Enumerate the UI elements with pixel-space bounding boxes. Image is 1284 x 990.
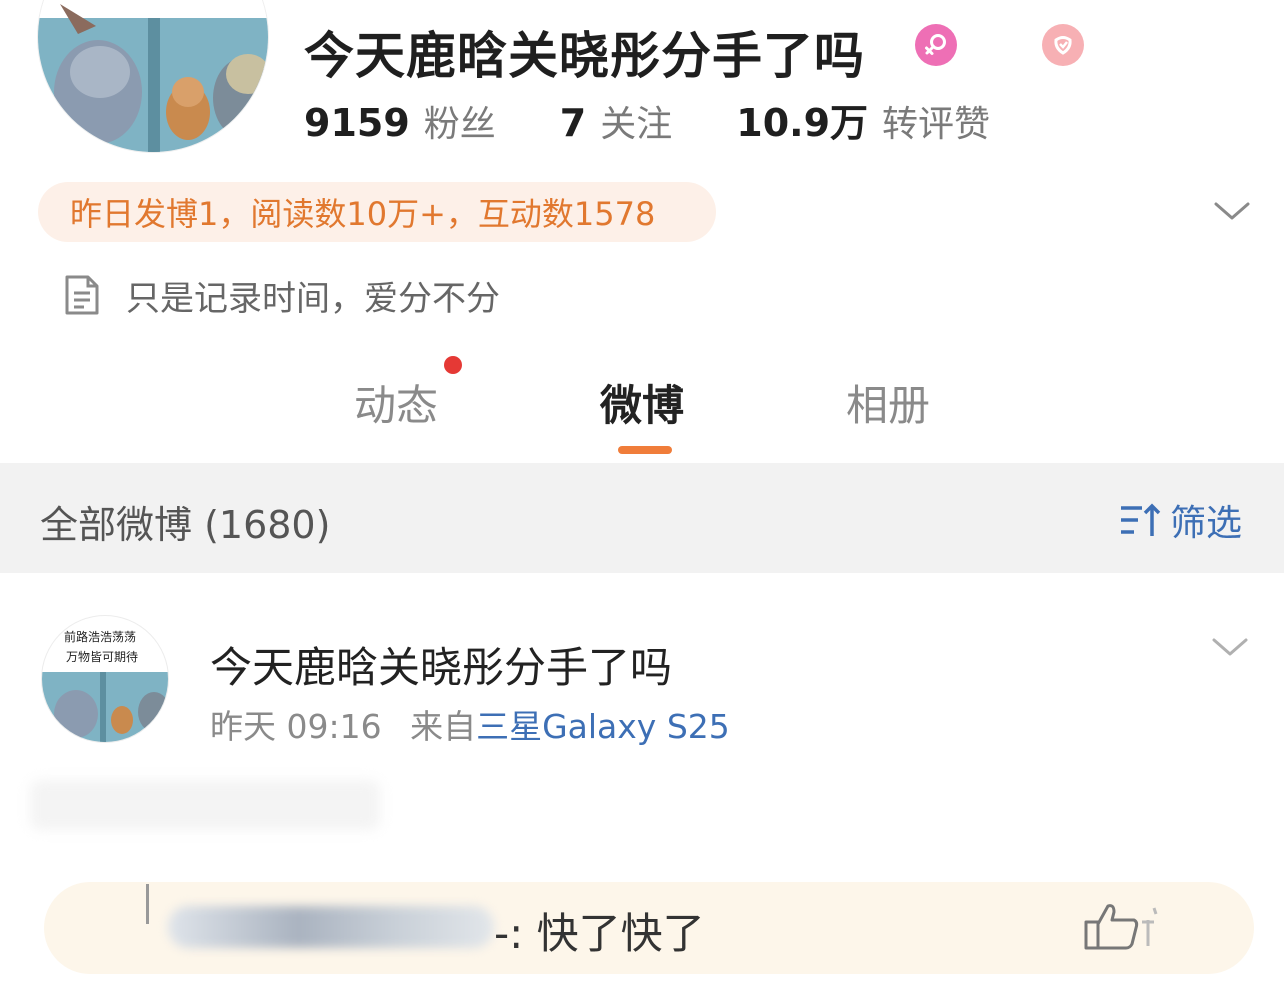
followers-label[interactable]: 粉丝 (424, 95, 496, 147)
post-time: 昨天 09:16 (210, 707, 382, 746)
post-author-name[interactable]: 今天鹿晗关晓彤分手了吗 (210, 634, 672, 695)
activity-summary[interactable]: 昨日发博1，阅读数10万+，互动数1578 (38, 182, 716, 242)
notification-dot (444, 356, 462, 374)
engagement-label: 转评赞 (882, 104, 991, 145)
comment-body: -: 快了快了 (494, 900, 705, 961)
profile-bio: 只是记录时间，爱分不分 (62, 270, 500, 320)
avatar-cartoon-thumbnail (42, 672, 168, 742)
tab-dynamics[interactable]: 动态 (354, 372, 438, 433)
engagement-count: 10.9万 (736, 101, 869, 145)
blurred-commenter-name (168, 906, 494, 948)
post-device-link[interactable]: 三星Galaxy S25 (476, 707, 730, 746)
all-weibo-count[interactable]: 全部微博 (1680) (40, 494, 330, 549)
followers-count[interactable]: 9159 (304, 101, 410, 145)
document-icon (65, 275, 99, 315)
thumbs-up-icon[interactable] (1082, 900, 1174, 952)
comment-divider (146, 884, 149, 924)
comment-separator: -: (494, 909, 524, 958)
filter-icon (1121, 503, 1161, 536)
post-source-prefix: 来自 (410, 707, 477, 746)
filter-label: 筛选 (1170, 503, 1243, 544)
vip-badge-icon[interactable] (1042, 24, 1084, 66)
post-author-avatar[interactable]: 前路浩浩荡荡 万物皆可期待 (42, 616, 168, 742)
chevron-down-icon[interactable] (1208, 628, 1252, 668)
female-icon (915, 24, 957, 66)
avatar-cartoon-image (38, 0, 268, 152)
chevron-down-icon[interactable] (1210, 192, 1254, 232)
filter-button[interactable]: 筛选 (1118, 496, 1242, 544)
following-label[interactable]: 关注 (600, 95, 672, 147)
comment-text: 快了快了 (536, 909, 705, 958)
following-count[interactable]: 7 (560, 101, 586, 145)
avatar-text-line1: 前路浩浩荡荡 (64, 630, 137, 644)
bio-text: 只是记录时间，爱分不分 (126, 278, 500, 319)
tab-album[interactable]: 相册 (846, 372, 930, 433)
post-meta: 昨天 09:16 来自三星Galaxy S25 (210, 700, 730, 748)
profile-avatar[interactable] (38, 0, 268, 152)
profile-name: 今天鹿晗关晓彤分手了吗 (304, 27, 865, 85)
tab-weibo[interactable]: 微博 (600, 372, 684, 433)
activity-summary-text: 昨日发博1，阅读数10万+，互动数1578 (70, 195, 656, 233)
blurred-post-content (30, 780, 380, 830)
avatar-text-line2: 万物皆可期待 (66, 650, 139, 664)
active-tab-indicator (618, 446, 672, 454)
profile-stats: 9159 粉丝 7 关注 10.9万 转评赞 (304, 92, 990, 145)
